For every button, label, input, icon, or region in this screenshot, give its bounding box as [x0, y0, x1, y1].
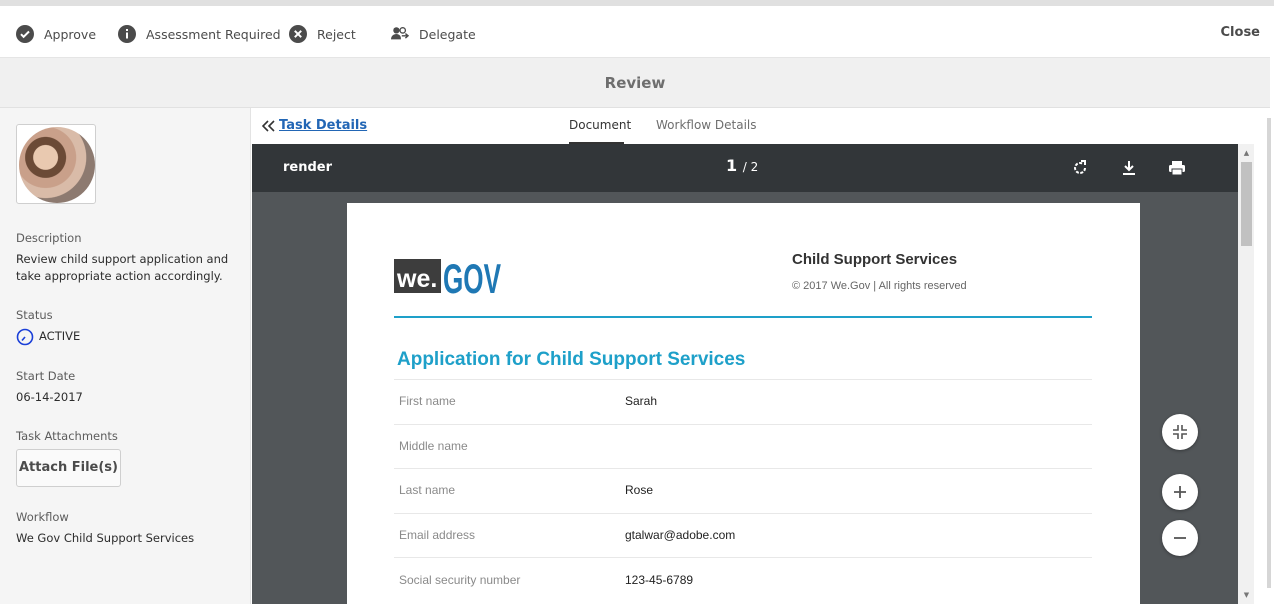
field-label-ssn: Social security number	[399, 573, 521, 587]
svg-text:we.: we.	[396, 265, 437, 293]
org-title: Child Support Services	[792, 251, 958, 268]
field-label-last-name: Last name	[399, 483, 456, 497]
plus-icon	[1174, 486, 1186, 498]
divider	[394, 557, 1092, 558]
avatar-frame	[16, 124, 96, 204]
header-divider	[394, 316, 1092, 318]
description-label: Description	[16, 231, 82, 245]
rotate-icon[interactable]	[1070, 158, 1090, 178]
avatar	[19, 127, 95, 203]
close-button[interactable]: Close	[1221, 25, 1260, 40]
reject-button[interactable]: Reject	[289, 24, 356, 44]
page-title: Review	[604, 74, 666, 92]
tab-document[interactable]: Document	[569, 118, 631, 132]
viewer-toolbar: render 1 / 2	[252, 144, 1238, 192]
tabs-row: Task Details Document Workflow Details	[252, 108, 1268, 144]
field-value-email: gtalwar@adobe.com	[625, 528, 736, 542]
action-toolbar: Approve Assessment Required Reject Deleg…	[0, 6, 1270, 58]
svg-text:GOV: GOV	[443, 255, 501, 301]
assessment-label: Assessment Required	[146, 26, 281, 42]
tab-workflow-details[interactable]: Workflow Details	[656, 118, 757, 132]
page-scrollbar[interactable]	[1265, 108, 1274, 604]
field-value-last-name: Rose	[625, 483, 654, 497]
collapse-icon	[1173, 425, 1187, 439]
start-date-label: Start Date	[16, 369, 76, 383]
document-viewer: render 1 / 2 we. GOV Child Support Servi…	[252, 144, 1238, 604]
start-date-value: 06-14-2017	[16, 390, 83, 404]
viewer-title: render	[283, 160, 333, 175]
field-value-first-name: Sarah	[625, 394, 658, 408]
description-value: Review child support application and tak…	[16, 252, 229, 283]
scroll-down-icon[interactable]: ▼	[1241, 590, 1252, 600]
reject-label: Reject	[317, 26, 356, 42]
task-attachments-label: Task Attachments	[16, 429, 118, 443]
workflow-value: We Gov Child Support Services	[16, 531, 195, 545]
task-sidebar: Description Review child support applica…	[0, 108, 251, 604]
assessment-required-button[interactable]: Assessment Required	[118, 24, 281, 44]
attach-files-button[interactable]: Attach File(s)	[16, 449, 121, 487]
approve-label: Approve	[44, 26, 97, 42]
review-header: Review	[0, 58, 1270, 108]
zoom-in-button[interactable]	[1162, 474, 1198, 510]
task-details-label: Task Details	[279, 118, 368, 133]
field-label-middle-name: Middle name	[399, 439, 468, 453]
total-pages: / 2	[742, 160, 759, 174]
workflow-label: Workflow	[16, 510, 69, 524]
print-icon[interactable]	[1167, 158, 1187, 178]
fit-to-page-button[interactable]	[1162, 414, 1198, 450]
page-scrollbar-thumb[interactable]	[1267, 118, 1271, 588]
info-icon	[118, 25, 136, 43]
divider	[394, 513, 1092, 514]
divider	[394, 379, 1092, 380]
field-label-email: Email address	[399, 528, 476, 542]
download-icon[interactable]	[1119, 158, 1139, 178]
clock-icon	[16, 328, 34, 346]
page-indicator: 1 / 2	[726, 156, 758, 175]
scroll-up-icon[interactable]: ▲	[1241, 148, 1252, 158]
task-details-link[interactable]: Task Details	[262, 118, 367, 133]
status-value: ACTIVE	[39, 329, 81, 343]
current-page[interactable]: 1	[726, 156, 737, 175]
form-title: Application for Child Support Services	[397, 349, 746, 370]
field-value-ssn: 123-45-6789	[625, 573, 694, 587]
divider	[394, 424, 1092, 425]
status-label: Status	[16, 308, 53, 322]
field-label-first-name: First name	[399, 394, 456, 408]
minus-icon	[1174, 537, 1186, 539]
delegate-users-icon	[391, 27, 409, 40]
divider	[394, 468, 1092, 469]
scrollbar-thumb[interactable]	[1241, 162, 1252, 246]
document-page: we. GOV Child Support Services © 2017 We…	[347, 203, 1140, 604]
check-circle-icon	[16, 25, 34, 43]
double-chevron-left-icon	[262, 119, 275, 132]
delegate-button[interactable]: Delegate	[391, 24, 476, 44]
copyright-text: © 2017 We.Gov | All rights reserved	[792, 280, 967, 292]
wegov-logo: we. GOV	[394, 255, 501, 301]
viewer-scrollbar[interactable]: ▲ ▼	[1238, 144, 1254, 604]
zoom-out-button[interactable]	[1162, 520, 1198, 556]
close-circle-icon	[289, 25, 307, 43]
delegate-label: Delegate	[419, 26, 476, 42]
approve-button[interactable]: Approve	[16, 24, 96, 44]
